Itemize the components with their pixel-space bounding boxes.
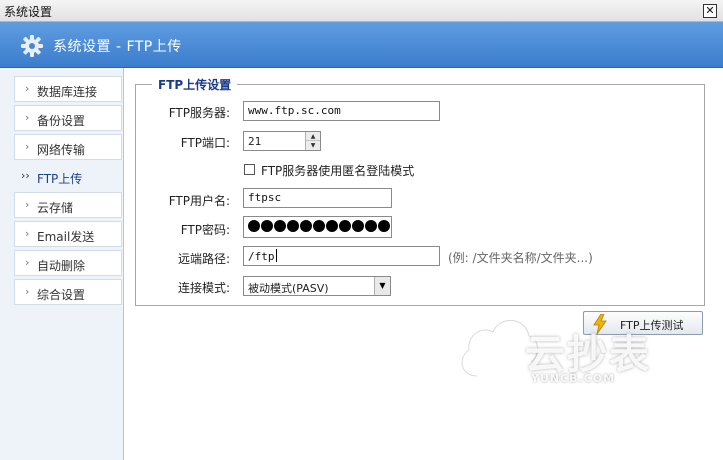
sidebar: › 数据库连接 › 备份设置 › 网络传输 ›› FTP上传 › 云存储 › Email发送 › 自动删除… — [0, 68, 124, 460]
sidebar-item[interactable]: › 备份设置 — [14, 105, 122, 131]
sidebar-item[interactable]: › 综合设置 — [14, 279, 122, 305]
chevron-down-icon[interactable]: ▼ — [374, 277, 390, 295]
password-dot — [365, 220, 377, 232]
remote-path-value: /ftp — [248, 250, 275, 263]
page-title: 系统设置 - FTP上传 — [53, 39, 182, 55]
sidebar-item[interactable]: › 自动删除 — [14, 250, 122, 276]
password-dot — [326, 220, 338, 232]
cloud-logo — [456, 315, 543, 382]
chevron-right-icon: ›› — [21, 169, 30, 182]
password-dot — [352, 220, 364, 232]
watermark-subtext: YUNCB.COM — [531, 372, 616, 385]
password-dot — [248, 220, 260, 232]
port-stepper[interactable]: 21 ▲ ▼ — [243, 131, 321, 151]
chevron-right-icon: › — [25, 82, 30, 95]
window-titlebar: 系统设置 ✕ — [0, 0, 723, 22]
password-dot — [339, 220, 351, 232]
password-mask — [248, 220, 390, 232]
window-title: 系统设置 — [4, 5, 53, 19]
group-title: FTP上传设置 — [152, 76, 238, 93]
password-dot — [274, 220, 286, 232]
username-input[interactable]: ftpsc — [243, 188, 392, 208]
password-dot — [287, 220, 299, 232]
port-label: FTP端口: — [180, 136, 230, 150]
sidebar-item-label: FTP上传 — [37, 172, 83, 186]
sidebar-item-label: 数据库连接 — [37, 85, 98, 99]
header-banner: 系统设置 - FTP上传 — [0, 22, 723, 68]
port-value: 21 — [248, 135, 262, 148]
close-button[interactable]: ✕ — [703, 4, 717, 18]
sidebar-item-label: Email发送 — [37, 230, 95, 244]
spin-down-icon[interactable]: ▼ — [306, 141, 320, 150]
connection-mode-select[interactable]: 被动模式(PASV) ▼ — [243, 276, 391, 296]
sidebar-item-label: 云存储 — [37, 201, 74, 215]
server-input[interactable]: www.ftp.sc.com — [243, 101, 440, 121]
password-dot — [261, 220, 273, 232]
chevron-right-icon: › — [25, 285, 30, 298]
sidebar-item-label: 自动删除 — [37, 259, 86, 273]
sidebar-item-label: 综合设置 — [37, 288, 86, 302]
sidebar-item[interactable]: ›› FTP上传 — [14, 163, 122, 189]
chevron-right-icon: › — [25, 256, 30, 269]
sidebar-item[interactable]: › 网络传输 — [14, 134, 122, 160]
text-caret — [275, 249, 277, 262]
anonymous-login-checkbox[interactable] — [244, 164, 255, 175]
ftp-test-button[interactable]: FTP上传测试 — [583, 311, 703, 335]
password-label: FTP密码: — [180, 223, 230, 237]
sidebar-item-label: 备份设置 — [37, 114, 86, 128]
chevron-right-icon: › — [25, 140, 30, 153]
sidebar-item[interactable]: › 数据库连接 — [14, 76, 122, 102]
username-label: FTP用户名: — [168, 194, 230, 208]
sidebar-item[interactable]: › 云存储 — [14, 192, 122, 218]
spin-up-icon[interactable]: ▲ — [306, 132, 320, 141]
remote-path-hint: (例: /文件夹名称/文件夹...) — [448, 251, 593, 265]
password-dot — [313, 220, 325, 232]
password-dot — [378, 220, 390, 232]
ftp-test-label: FTP上传测试 — [620, 319, 684, 332]
password-input[interactable] — [243, 216, 392, 238]
chevron-right-icon: › — [25, 111, 30, 124]
gear-icon — [21, 35, 43, 57]
remote-path-label: 远端路径: — [177, 252, 230, 266]
remote-path-input[interactable]: /ftp — [243, 246, 440, 266]
sidebar-item-label: 网络传输 — [37, 143, 86, 157]
connection-mode-label: 连接模式: — [177, 281, 230, 295]
anonymous-login-label: FTP服务器使用匿名登陆模式 — [261, 164, 415, 178]
chevron-right-icon: › — [25, 198, 30, 211]
lightning-icon — [593, 314, 607, 334]
connection-mode-value: 被动模式(PASV) — [248, 282, 329, 295]
password-dot — [300, 220, 312, 232]
sidebar-item[interactable]: › Email发送 — [14, 221, 122, 247]
server-label: FTP服务器: — [168, 106, 230, 120]
chevron-right-icon: › — [25, 227, 30, 240]
